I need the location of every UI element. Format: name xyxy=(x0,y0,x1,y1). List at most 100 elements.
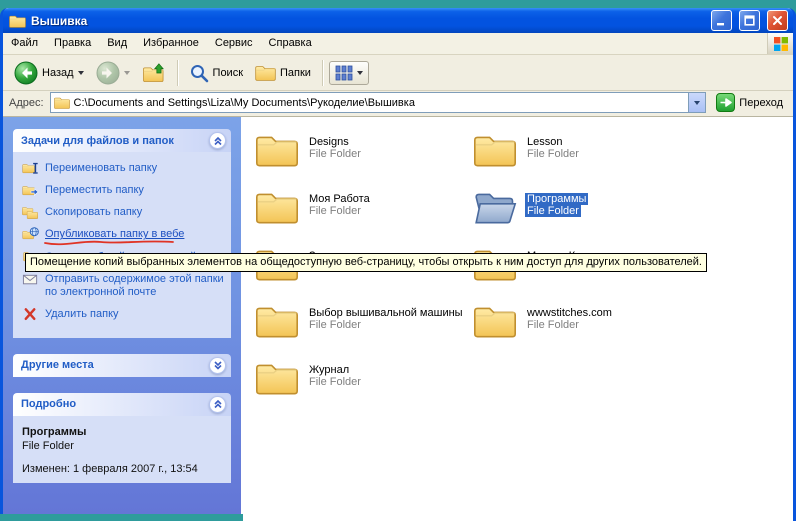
file-item[interactable]: DesignsFile Folder xyxy=(255,131,473,188)
open-folder-selected-icon xyxy=(473,189,517,224)
address-input[interactable]: C:\Documents and Settings\Liza\My Docume… xyxy=(50,92,707,113)
close-button[interactable] xyxy=(767,10,788,31)
chevron-up-icon xyxy=(213,136,223,146)
task-email-folder[interactable]: Отправить содержимое этой папки по элект… xyxy=(22,273,227,299)
copy-folder-icon xyxy=(22,205,39,219)
forward-icon xyxy=(96,61,120,85)
forward-button[interactable] xyxy=(91,58,135,88)
task-label: Переместить папку xyxy=(45,184,144,196)
collapse-button[interactable] xyxy=(209,132,226,149)
back-label: Назад xyxy=(42,67,74,79)
chevron-down-icon xyxy=(213,360,223,370)
windows-logo-icon xyxy=(767,33,793,54)
tooltip: Помещение копий выбранных элементов на о… xyxy=(25,253,707,272)
window-body: Задачи для файлов и папок Переименовать … xyxy=(3,117,793,521)
task-label: Переименовать папку xyxy=(45,162,157,174)
menu-view[interactable]: Вид xyxy=(99,33,135,54)
address-bar: Адрес: C:\Documents and Settings\Liza\My… xyxy=(3,91,793,117)
details-item-modified: Изменен: 1 февраля 2007 г., 13:54 xyxy=(22,463,227,475)
menu-edit[interactable]: Правка xyxy=(46,33,99,54)
file-name: Журнал xyxy=(307,364,351,376)
other-places-header[interactable]: Другие места xyxy=(13,354,231,377)
toolbar: Назад Поиск Папки xyxy=(3,55,793,91)
back-button[interactable]: Назад xyxy=(9,58,89,88)
pane-title: Подробно xyxy=(21,398,76,410)
views-icon xyxy=(335,65,353,81)
other-places-pane: Другие места xyxy=(13,354,231,377)
expand-button[interactable] xyxy=(209,357,226,374)
address-dropdown-button[interactable] xyxy=(688,93,705,112)
menu-tools[interactable]: Сервис xyxy=(207,33,261,54)
file-type: File Folder xyxy=(307,148,363,160)
collapse-button[interactable] xyxy=(209,396,226,413)
file-type: File Folder xyxy=(307,205,363,217)
folders-icon xyxy=(255,64,276,81)
email-folder-icon xyxy=(22,272,39,286)
toolbar-separator xyxy=(322,60,323,86)
views-button[interactable] xyxy=(329,61,369,85)
folder-icon xyxy=(255,189,299,224)
move-folder-icon xyxy=(22,183,39,197)
file-name: Lesson xyxy=(525,136,564,148)
publish-folder-icon xyxy=(22,227,39,241)
go-label: Переход xyxy=(739,97,783,109)
forward-dropdown-icon xyxy=(124,71,130,75)
go-button[interactable]: Переход xyxy=(712,93,787,112)
back-dropdown-icon xyxy=(78,71,84,75)
file-folder-tasks-body: Переименовать папку Переместить папку xyxy=(13,152,231,338)
file-type: File Folder xyxy=(525,205,581,217)
file-list-area: DesignsFile Folder LessonFile Folder Моя… xyxy=(241,117,793,521)
pane-title: Другие места xyxy=(21,359,94,371)
file-item-selected[interactable]: ПрограммыFile Folder xyxy=(473,188,691,245)
menu-file[interactable]: Файл xyxy=(3,33,46,54)
task-rename-folder[interactable]: Переименовать папку xyxy=(22,162,227,175)
file-item[interactable]: Моя РаботаFile Folder xyxy=(255,188,473,245)
file-type: File Folder xyxy=(525,319,581,331)
task-label: Удалить папку xyxy=(45,308,119,320)
search-button[interactable]: Поиск xyxy=(184,60,248,86)
minimize-icon xyxy=(716,15,727,26)
file-item[interactable]: LessonFile Folder xyxy=(473,131,691,188)
red-underline-annotation xyxy=(43,239,177,247)
file-item[interactable]: wwwstitches.comFile Folder xyxy=(473,302,691,359)
explorer-window: Вышивка Файл Правка Вид Избранное Сервис… xyxy=(0,8,796,521)
task-move-folder[interactable]: Переместить папку xyxy=(22,184,227,197)
folder-icon xyxy=(255,360,299,395)
window-folder-icon xyxy=(9,14,26,28)
search-icon xyxy=(189,63,209,83)
file-item[interactable]: Выбор вышивальной машиныFile Folder xyxy=(255,302,473,359)
up-button[interactable] xyxy=(137,59,171,87)
details-item-name: Программы xyxy=(22,426,227,438)
file-grid: DesignsFile Folder LessonFile Folder Моя… xyxy=(255,131,793,416)
details-header[interactable]: Подробно xyxy=(13,393,231,416)
delete-folder-icon xyxy=(22,307,39,321)
back-icon xyxy=(14,61,38,85)
folder-icon xyxy=(473,132,517,167)
task-delete-folder[interactable]: Удалить папку xyxy=(22,308,227,321)
folders-button[interactable]: Папки xyxy=(250,61,316,84)
file-name: Designs xyxy=(307,136,351,148)
folder-icon xyxy=(255,303,299,338)
menu-help[interactable]: Справка xyxy=(261,33,320,54)
file-name: Моя Работа xyxy=(307,193,372,205)
title-bar[interactable]: Вышивка xyxy=(3,8,793,33)
task-label: Скопировать папку xyxy=(45,206,142,218)
chevron-down-icon xyxy=(694,101,700,105)
file-type: File Folder xyxy=(307,319,363,331)
folder-icon xyxy=(255,132,299,167)
menu-favorites[interactable]: Избранное xyxy=(135,33,207,54)
file-type: File Folder xyxy=(525,148,581,160)
file-folder-tasks-header[interactable]: Задачи для файлов и папок xyxy=(13,129,231,152)
toolbar-separator xyxy=(177,60,178,86)
file-name: Выбор вышивальной машины xyxy=(307,307,465,319)
task-copy-folder[interactable]: Скопировать папку xyxy=(22,206,227,219)
maximize-button[interactable] xyxy=(739,10,760,31)
search-label: Поиск xyxy=(213,67,243,79)
go-icon xyxy=(716,93,735,112)
desktop-background xyxy=(0,514,243,521)
file-item[interactable]: ЖурналFile Folder xyxy=(255,359,473,416)
folder-icon xyxy=(473,303,517,338)
pane-title: Задачи для файлов и папок xyxy=(21,135,174,147)
minimize-button[interactable] xyxy=(711,10,732,31)
task-publish-folder-web[interactable]: Опубликовать папку в вебе xyxy=(22,228,227,241)
